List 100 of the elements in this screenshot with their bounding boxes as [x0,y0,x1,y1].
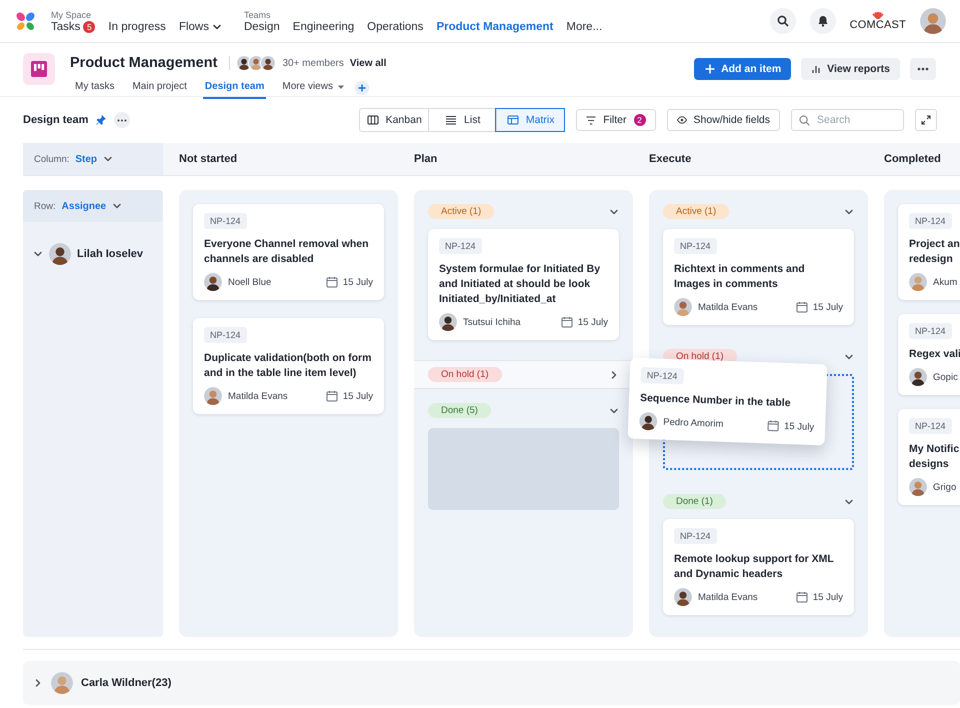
plus-icon [358,84,366,92]
row-label: Row: [34,200,56,212]
plus-icon [705,64,716,74]
due-date: 15 July [812,592,843,602]
calendar-icon [560,316,573,328]
task-id: NP-124 [909,323,952,339]
avatar [638,412,658,431]
view-tab[interactable]: Design team [202,77,266,99]
list-view-icon [445,114,458,126]
task-id: NP-124 [439,238,482,254]
more-button[interactable] [114,112,130,128]
task-card[interactable]: NP-124 Everyone Channel removal when channels are disabled Noell Blue 15 July [193,204,384,300]
task-card[interactable]: NP-124 Regex vali Gopic [898,314,960,395]
status-label: Active (1) [663,204,730,219]
collapsed-row[interactable]: Carla Wildner(23) [23,661,960,705]
due-date: 15 July [578,316,608,328]
task-id: NP-124 [674,238,717,254]
nav-link[interactable]: More... [566,20,602,32]
view-tab[interactable]: More views [280,77,347,99]
add-view-button[interactable] [354,81,369,95]
column-field-dropdown[interactable]: Step [75,154,114,164]
assignee-name: Pedro Amorim [663,416,724,430]
avatar [260,55,276,71]
column-header: Completed [884,153,942,165]
logo-icon[interactable] [15,10,36,32]
project-icon [23,53,55,85]
assignee-name: Carla Wildner(23) [81,677,172,689]
kanban-view-icon [366,114,379,126]
task-card[interactable]: NP-124 System formulae for Initiated By and Initiated at should be look Initiated_by/Initiated_at Tsutsui Ichiha 15 July [428,229,619,340]
view-name: Design team [23,114,88,126]
view-switch-tab[interactable]: Matrix [496,109,564,131]
task-title: Remote lookup support for XML and Dynamic headers [674,552,835,582]
brand-name: COMCAST [850,18,906,30]
row-field-dropdown[interactable]: Assignee [62,200,122,212]
assignee-name: Noell Blue [228,276,272,288]
filter-button[interactable]: Filter 2 [576,109,656,131]
chevron-icon[interactable] [33,249,43,259]
due-date: 15 July [812,302,843,312]
task-title: Everyone Channel removal when channels are disabled [204,237,370,267]
calendar-icon [326,276,338,288]
avatar [909,478,927,496]
avatar [204,387,222,405]
calendar-icon [766,419,780,432]
assignee-name: Akum [933,276,958,288]
view-all-link[interactable]: View all [350,58,386,68]
task-title: Duplicate validation(both on form and in the table line item level) [204,351,372,381]
show-hide-fields-button[interactable]: Show/hide fields [666,109,780,131]
group-label: My Space [51,10,92,20]
task-card[interactable]: NP-124 Duplicate validation(both on form and in the table line item level) Matilda Evans 15 July [193,318,384,414]
matrix-view-icon [506,114,519,126]
view-tab[interactable]: Main project [130,77,189,99]
view-tab[interactable]: My tasks [73,77,116,99]
more-button[interactable] [910,58,936,80]
nav-link[interactable]: Engineering [292,20,354,32]
nav-link[interactable]: Design [244,20,280,32]
count-badge: 5 [83,20,96,32]
more-icon [917,67,929,71]
status-label: On hold (1) [428,367,502,382]
eye-icon [676,116,687,124]
chevron-icon[interactable] [112,201,122,211]
assignee-name: Matilda Evans [698,592,758,602]
pin-icon[interactable] [96,115,106,125]
task-card[interactable]: NP-124 Richtext in comments and Images in comments Matilda Evans 15 July [663,229,854,325]
chevron-icon[interactable] [609,370,619,380]
task-title: System formulae for Initiated By and Initiated at should be look Initiated_by/Initiated_at [439,262,602,307]
task-id: NP-124 [909,213,952,229]
column-label: Column: [34,154,70,164]
view-switch-tab[interactable]: Kanban [360,109,428,131]
notification-button[interactable] [810,8,836,34]
chevron-icon[interactable] [103,154,114,164]
assignee-name: Matilda Evans [698,302,758,312]
task-title: Sequence Number in the table [640,390,791,412]
task-id: NP-124 [204,327,247,343]
expand-button[interactable] [915,109,937,131]
calendar-icon [796,301,808,313]
calendar-icon [326,390,338,402]
nav-link[interactable]: Flows [178,20,222,32]
member-count: 30+ members [282,58,344,68]
chevron-icon[interactable] [33,678,43,688]
nav-link[interactable]: Operations [367,20,424,32]
task-card[interactable]: NP-124 Project an redesign Akum [898,204,960,300]
avatar [674,298,692,316]
task-card[interactable]: NP-124 Remote lookup support for XML and Dynamic headers Matilda Evans 15 July [663,519,854,615]
task-id: NP-124 [909,418,952,434]
search-field[interactable]: Search [791,109,904,131]
nav-link[interactable]: In progress [108,20,166,32]
group-label: Teams [244,10,270,20]
calendar-icon [796,591,808,603]
status-label: Active (1) [428,204,494,219]
nav-link[interactable]: Tasks 5 [51,20,96,32]
status-label: Done (1) [663,494,726,509]
task-card[interactable]: NP-124 My Notific designs Grigo [898,409,960,505]
due-date: 15 July [342,276,373,288]
count-badge: 2 [634,114,646,126]
task-title: Richtext in comments and Images in comments [674,262,806,292]
add-item-button[interactable]: Add an item [694,58,792,80]
view-reports-button[interactable]: View reports [801,58,900,80]
nav-link[interactable]: Product Management [436,20,554,32]
search-button[interactable] [770,8,796,34]
task-id: NP-124 [204,213,247,229]
